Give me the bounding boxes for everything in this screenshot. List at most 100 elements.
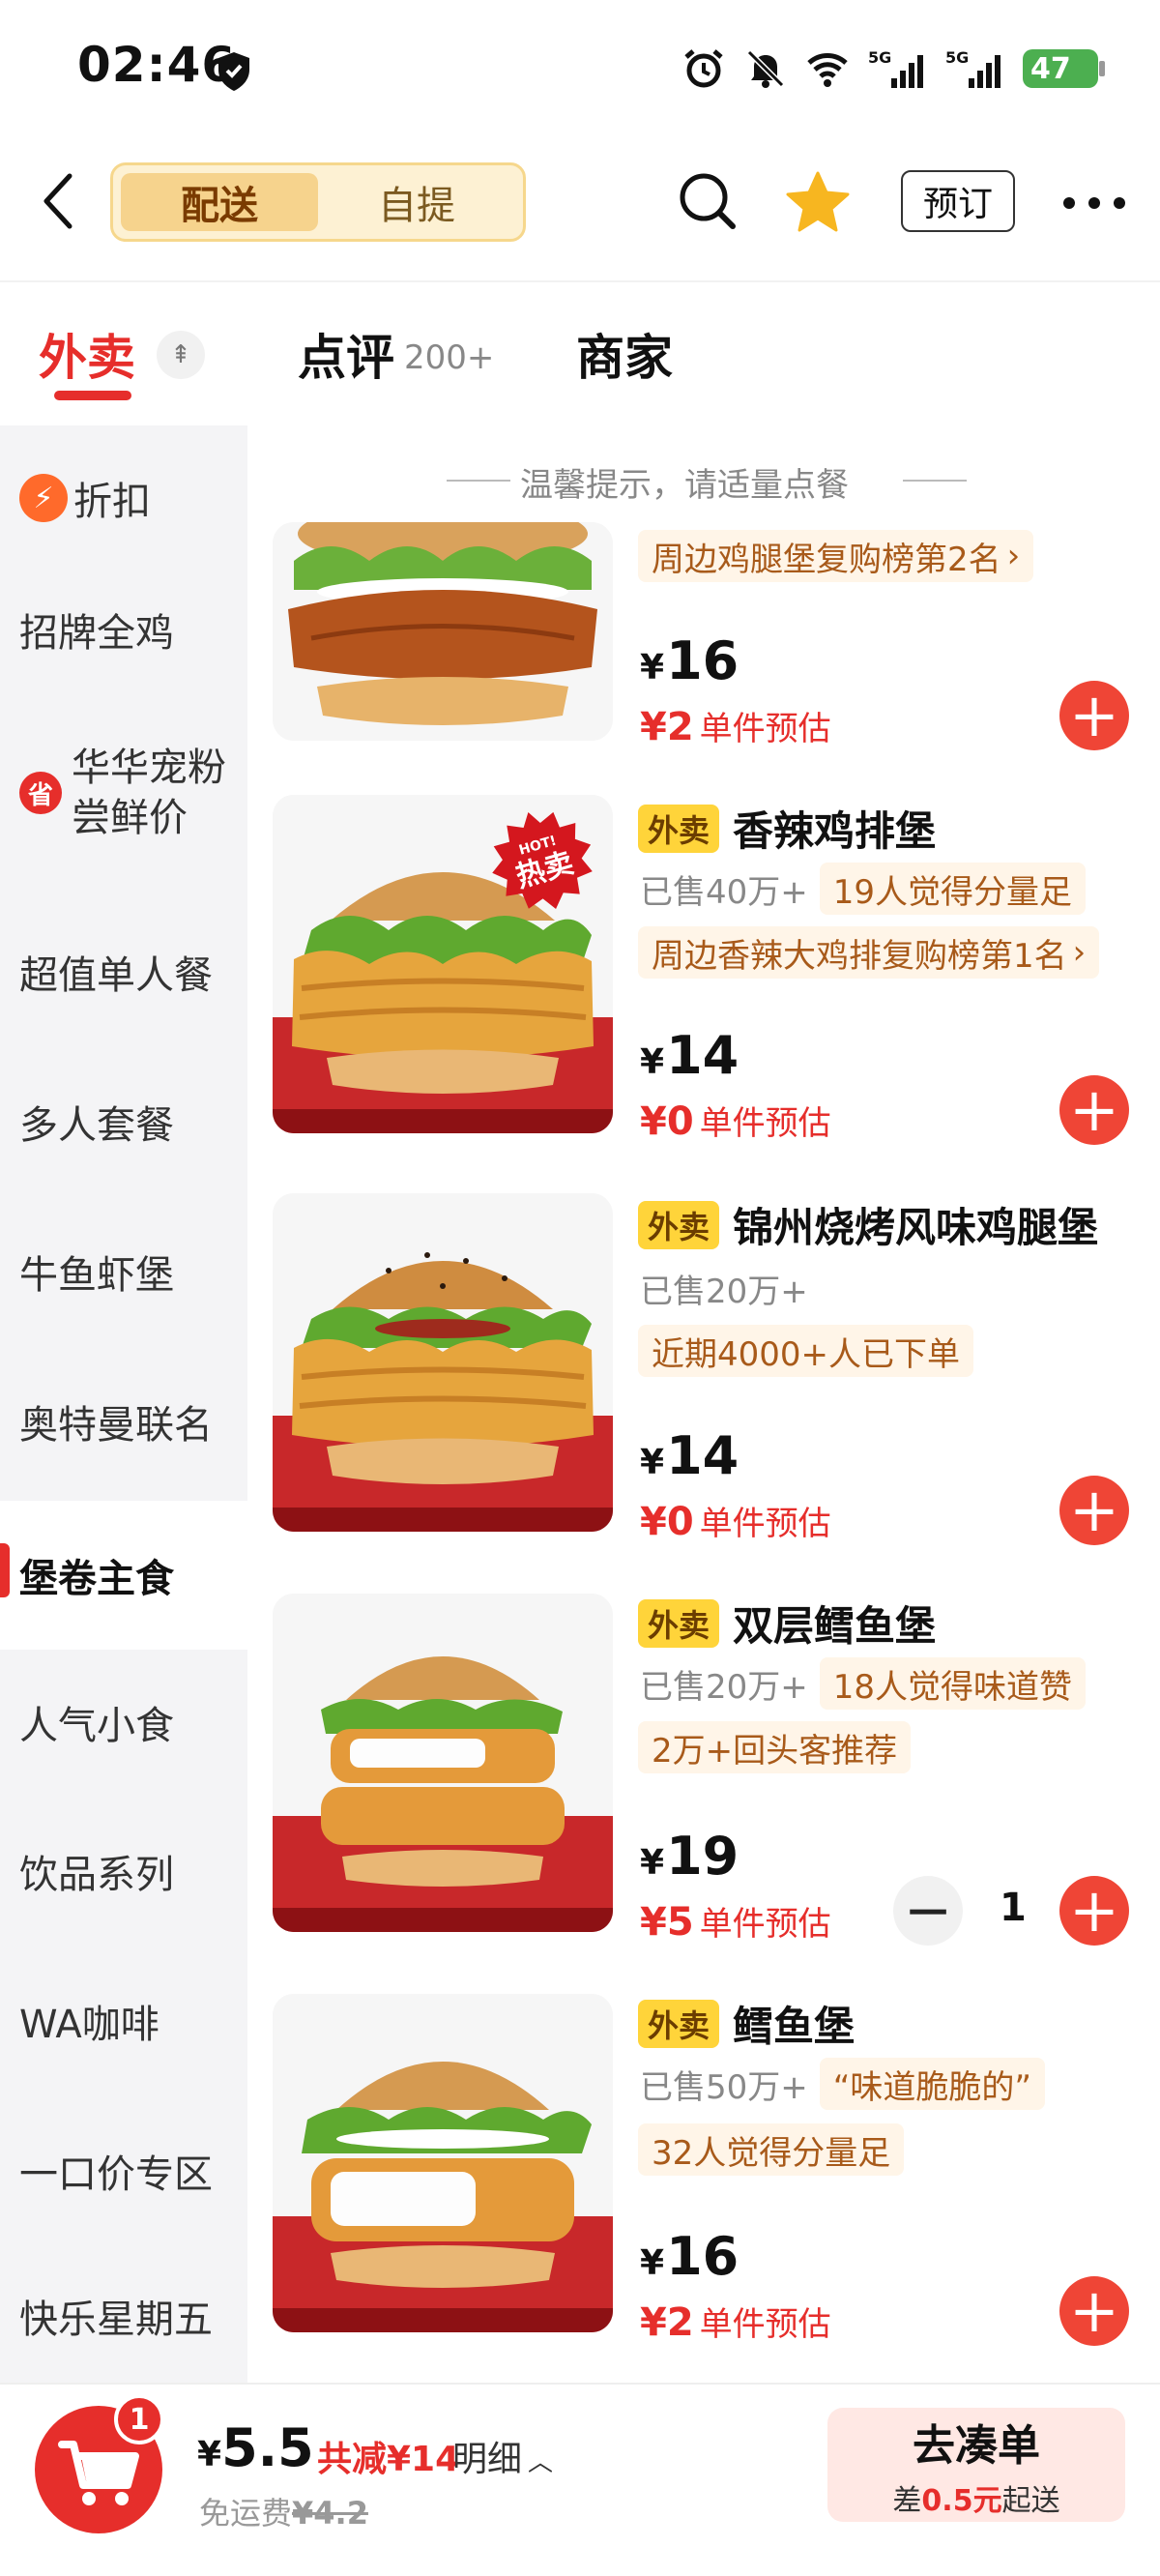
add-more-label: 去凑单: [913, 2421, 1040, 2471]
sidebar-item-signature-chicken[interactable]: 招牌全鸡: [0, 557, 247, 702]
sidebar-item-label: 快乐星期五: [19, 2298, 213, 2342]
product-name[interactable]: 鳕鱼堡: [733, 1994, 855, 2053]
estimated-price: ¥0 单件预估: [640, 1497, 831, 1544]
sidebar-item-happy-friday[interactable]: 快乐星期五: [0, 2248, 247, 2384]
sidebar-item-drinks[interactable]: 饮品系列: [0, 1799, 247, 1944]
segment-pickup[interactable]: 自提: [318, 173, 515, 231]
discount-icon: ⚡: [19, 474, 68, 522]
rank-text: 周边香辣大鸡排复购榜第1名: [652, 936, 1067, 976]
sidebar-item-label: 多人套餐: [19, 1103, 174, 1148]
detail-toggle[interactable]: 明细 ︿: [452, 2431, 553, 2481]
search-icon[interactable]: [677, 170, 739, 232]
mute-icon: [746, 49, 785, 88]
signal-5g-icon: 5G: [868, 48, 923, 88]
sidebar-item-label: 华华宠粉 尝鲜价: [72, 746, 226, 840]
product-name[interactable]: 锦州烧烤风味鸡腿堡: [733, 1195, 1098, 1254]
product-name[interactable]: 香辣鸡排堡: [733, 799, 936, 858]
sidebar-item-burgers[interactable]: 堡卷主食: [0, 1501, 247, 1650]
freeship-label: 免运费: [199, 2495, 293, 2532]
more-icon[interactable]: [1063, 197, 1125, 209]
product-name[interactable]: 双层鳕鱼堡: [733, 1594, 936, 1653]
sidebar-item-label: 招牌全鸡: [19, 611, 174, 656]
notice-text: 温馨提示，请适量点餐: [520, 466, 849, 505]
freeship-original-fee: ¥4.2: [292, 2495, 368, 2532]
sidebar-item-group-meal[interactable]: 多人套餐: [0, 1049, 247, 1194]
favorite-star-icon[interactable]: [785, 170, 851, 234]
price-value: 14: [666, 1025, 740, 1086]
sidebar-item-ultraman[interactable]: 奥特曼联名: [0, 1349, 247, 1494]
preorder-button[interactable]: 预订: [901, 170, 1015, 232]
collapse-icon[interactable]: ⇞: [157, 331, 205, 379]
review-pill: “味道脆脆的”: [819, 2058, 1045, 2110]
product-image[interactable]: [273, 1193, 613, 1532]
shield-icon: [218, 52, 249, 91]
min-order-amount: 0.5元: [921, 2484, 1002, 2518]
product-price: ¥19: [640, 1826, 740, 1887]
product-title-row: 外卖 香辣鸡排堡: [638, 799, 936, 858]
svg-text:5G: 5G: [945, 48, 969, 67]
decrease-quantity-button[interactable]: −: [893, 1876, 963, 1946]
est-value: ¥2: [640, 2300, 694, 2345]
product-meta-row: 已售20万+ 18人觉得味道赞: [640, 1657, 1087, 1710]
add-to-cart-button[interactable]: +: [1059, 2276, 1129, 2346]
price-value: 16: [666, 630, 740, 691]
free-shipping: 免运费¥4.2: [199, 2489, 368, 2533]
price-value: 16: [666, 2226, 740, 2287]
burger-image: [273, 522, 613, 741]
product-title-row: 外卖 双层鳕鱼堡: [638, 1594, 936, 1653]
product-image[interactable]: [273, 1994, 613, 2332]
total-value: 5.5: [221, 2417, 314, 2478]
est-value: ¥5: [640, 1900, 694, 1945]
tab-waimai[interactable]: 外卖: [39, 319, 135, 389]
min-order-prefix: 差: [892, 2484, 922, 2518]
tab-underline: [54, 391, 131, 400]
add-to-cart-button[interactable]: +: [1059, 1075, 1129, 1145]
discount-total: 共减¥14: [317, 2440, 460, 2479]
sidebar-item-single-meal[interactable]: 超值单人餐: [0, 899, 247, 1044]
back-icon[interactable]: [39, 172, 77, 230]
burger-image: [273, 1193, 613, 1532]
segment-delivery[interactable]: 配送: [121, 173, 318, 231]
review-pill: 18人觉得味道赞: [819, 1657, 1087, 1710]
notice-divider-right: [903, 480, 967, 482]
add-more-button[interactable]: 去凑单 差0.5元起送: [827, 2408, 1125, 2522]
review-pill: 32人觉得分量足: [638, 2123, 905, 2176]
sidebar-active-indicator: [0, 1543, 10, 1597]
estimated-price: ¥0 单件预估: [640, 1097, 831, 1144]
sidebar-item-discount[interactable]: ⚡ 折扣: [0, 425, 247, 571]
sidebar-item-one-price[interactable]: 一口价专区: [0, 2098, 247, 2243]
sidebar-item-label: 牛鱼虾堡: [19, 1253, 174, 1298]
add-to-cart-button[interactable]: +: [1059, 1476, 1129, 1545]
sidebar-item-label: 一口价专区: [19, 2152, 213, 2197]
tab-dianping[interactable]: 点评: [298, 319, 394, 389]
add-to-cart-button[interactable]: +: [1059, 1876, 1129, 1946]
sidebar-item-beef-fish-shrimp[interactable]: 牛鱼虾堡: [0, 1199, 247, 1344]
est-label: 单件预估: [699, 1505, 831, 1543]
rank-badge[interactable]: 周边香辣大鸡排复购榜第1名 ›: [638, 926, 1100, 979]
est-label: 单件预估: [699, 710, 831, 748]
review-pill: 19人觉得分量足: [819, 863, 1087, 915]
status-icons: 5G 5G 47: [682, 44, 1105, 93]
rank-badge[interactable]: 周边鸡腿堡复购榜第2名 ›: [638, 530, 1034, 582]
battery-indicator: 47: [1023, 49, 1105, 88]
sidebar-item-fan-price[interactable]: 省 华华宠粉 尝鲜价: [0, 696, 247, 890]
svg-text:5G: 5G: [868, 48, 891, 67]
product-price: ¥16: [640, 630, 740, 691]
wifi-icon: [807, 53, 848, 87]
estimated-price: ¥2 单件预估: [640, 2298, 831, 2345]
waimai-tag: 外卖: [638, 1200, 720, 1249]
waimai-tag: 外卖: [638, 1999, 720, 2048]
sidebar-item-wa-coffee[interactable]: WA咖啡: [0, 1948, 247, 2093]
product-meta-row: 已售50万+ “味道脆脆的”: [640, 2058, 1045, 2110]
signal-5g-icon-2: 5G: [945, 48, 1000, 88]
add-to-cart-button[interactable]: +: [1059, 681, 1129, 750]
est-label: 单件预估: [699, 2305, 831, 2344]
notice-divider-left: [447, 480, 510, 482]
product-image[interactable]: [273, 1594, 613, 1932]
est-label: 单件预估: [699, 1905, 831, 1944]
tab-shangjia[interactable]: 商家: [576, 319, 673, 389]
sidebar-item-snacks[interactable]: 人气小食: [0, 1650, 247, 1795]
sidebar-item-label: 饮品系列: [19, 1853, 174, 1897]
product-image[interactable]: [273, 522, 613, 741]
waimai-tag: 外卖: [638, 1598, 720, 1648]
